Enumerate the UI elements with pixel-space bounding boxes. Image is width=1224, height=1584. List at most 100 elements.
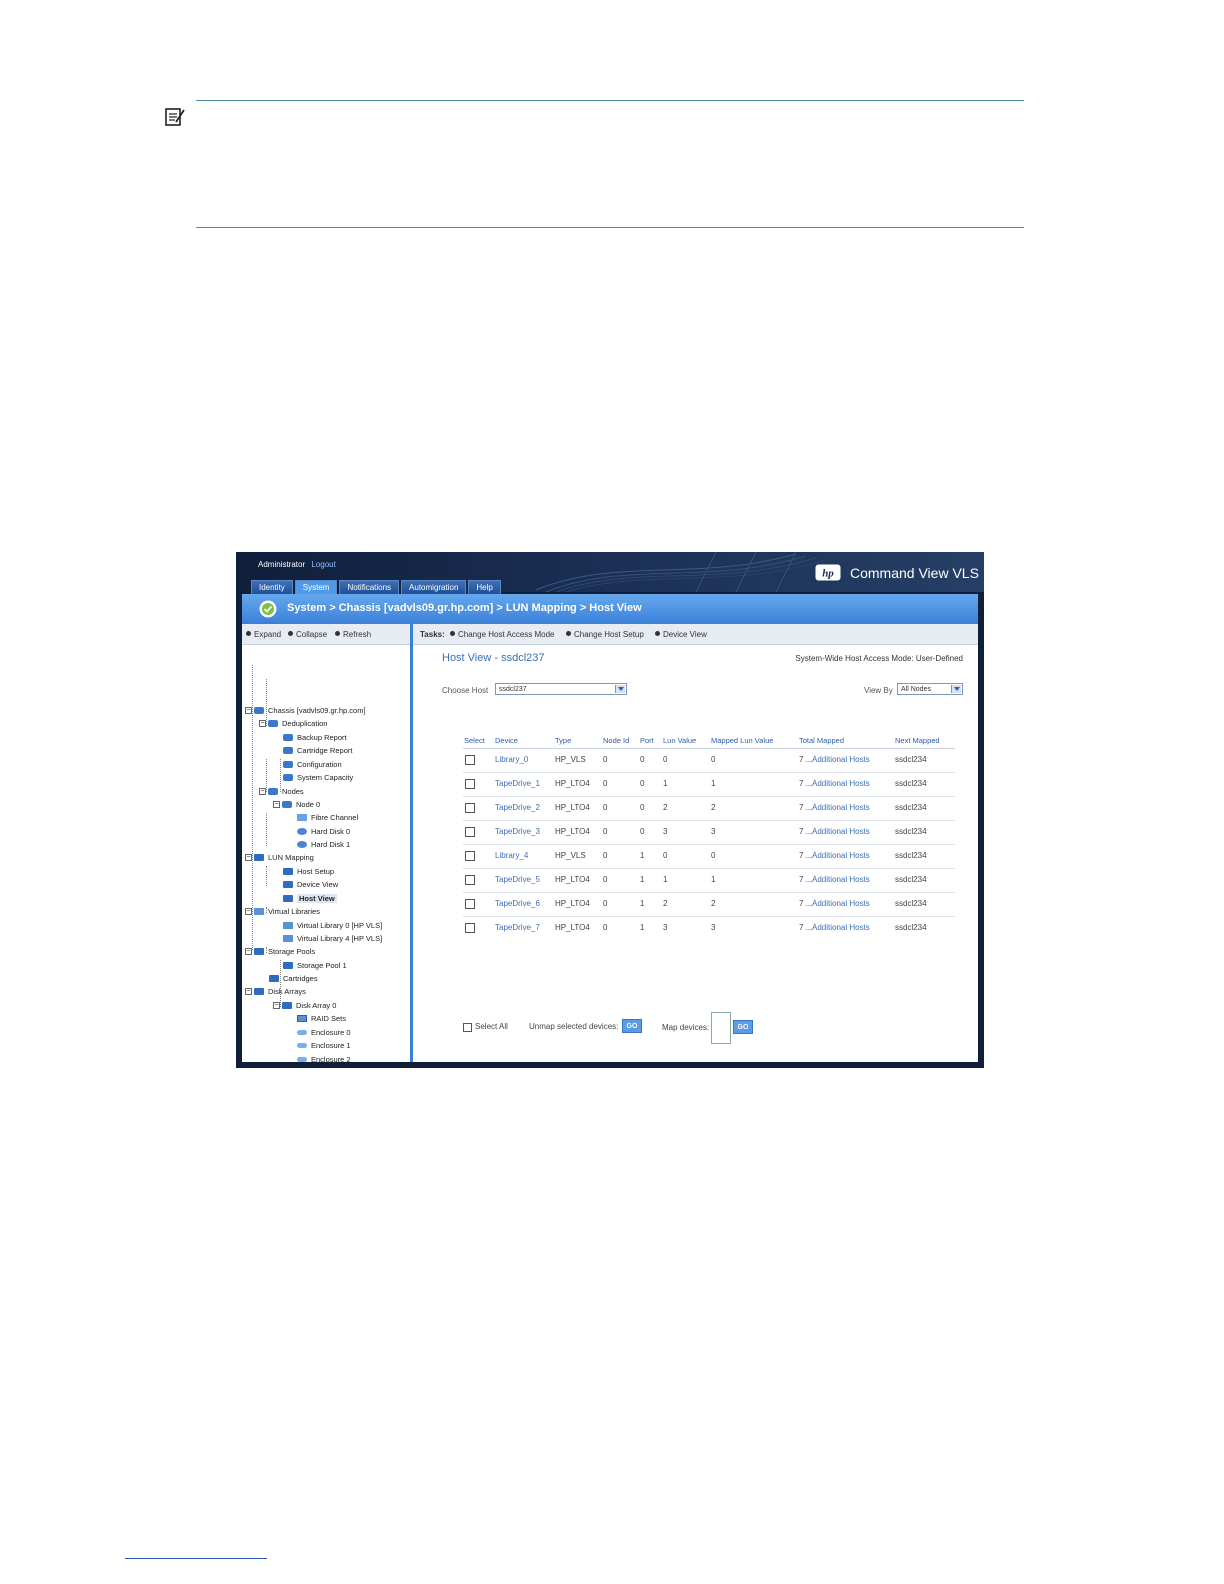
tree-node-system-capacity[interactable]: System Capacity xyxy=(283,771,353,784)
tree-node-device-view[interactable]: Device View xyxy=(283,878,338,891)
collapse-toggle-icon[interactable]: − xyxy=(245,854,252,861)
unmap-go-button[interactable]: GO xyxy=(622,1019,642,1033)
tree-node-hard-disk-1[interactable]: Hard Disk 1 xyxy=(297,838,350,851)
tree-node-configuration[interactable]: Configuration xyxy=(283,758,342,771)
tree-node-enclosure-2[interactable]: Enclosure 2 xyxy=(297,1053,351,1066)
tree-label: Hard Disk 1 xyxy=(311,840,351,849)
device-link[interactable]: TapeDrive_6 xyxy=(495,899,540,908)
chevron-down-icon[interactable] xyxy=(951,685,961,693)
tree-node-storage-pools[interactable]: − Storage Pools xyxy=(245,945,315,958)
tree-node-disk-array-0[interactable]: − Disk Array 0 xyxy=(273,999,336,1012)
view-by-value: All Nodes xyxy=(901,686,931,693)
refresh-button[interactable]: Refresh xyxy=(335,630,371,639)
row-select-checkbox[interactable] xyxy=(465,827,475,837)
column-header-lun-value: Lun Value xyxy=(663,736,697,745)
map-devices-list[interactable] xyxy=(711,1012,731,1044)
additional-hosts-link[interactable]: Additional Hosts xyxy=(812,851,870,860)
tree-node-raid-sets[interactable]: RAID Sets xyxy=(297,1012,346,1025)
next-mapped-cell: ssdcl234 xyxy=(895,923,927,932)
collapse-toggle-icon[interactable]: − xyxy=(273,801,280,808)
tab-help[interactable]: Help xyxy=(468,580,501,594)
tree-node-host-setup[interactable]: Host Setup xyxy=(283,865,334,878)
device-link[interactable]: TapeDrive_7 xyxy=(495,923,540,932)
change-host-setup-link[interactable]: Change Host Setup xyxy=(566,630,644,639)
tree-node-lun-mapping[interactable]: − LUN Mapping xyxy=(245,851,314,864)
row-select-checkbox[interactable] xyxy=(465,875,475,885)
tree-node-disk-arrays[interactable]: − Disk Arrays xyxy=(245,985,306,998)
tree-node-node-0[interactable]: − Node 0 xyxy=(273,798,320,811)
tree-node-host-view[interactable]: Host View xyxy=(283,892,337,905)
row-select-checkbox[interactable] xyxy=(465,779,475,789)
device-link[interactable]: TapeDrive_5 xyxy=(495,875,540,884)
tree-node-hard-disk-0[interactable]: Hard Disk 0 xyxy=(297,825,350,838)
additional-hosts-link[interactable]: Additional Hosts xyxy=(812,875,870,884)
device-view-link[interactable]: Device View xyxy=(655,630,707,639)
tree-node-storage-pool-1[interactable]: Storage Pool 1 xyxy=(283,959,347,972)
enclosure-icon xyxy=(297,1030,307,1035)
change-host-access-mode-link[interactable]: Change Host Access Mode xyxy=(450,630,555,639)
row-select-checkbox[interactable] xyxy=(465,899,475,909)
tree-node-chassis[interactable]: − Chassis [vadvls09.gr.hp.com] xyxy=(245,704,366,717)
capacity-icon xyxy=(283,774,293,781)
additional-hosts-link[interactable]: Additional Hosts xyxy=(812,803,870,812)
tree-label: Configuration xyxy=(297,760,342,769)
chevron-down-icon[interactable] xyxy=(615,685,625,693)
host-view-panel: Host View - ssdcl237 System-Wide Host Ac… xyxy=(413,645,978,1062)
tab-identity[interactable]: Identity xyxy=(251,580,293,594)
tree-node-nodes[interactable]: − Nodes xyxy=(259,785,304,798)
collapse-toggle-icon[interactable]: − xyxy=(273,1002,280,1009)
tree-node-enclosure-1[interactable]: Enclosure 1 xyxy=(297,1039,351,1052)
tree-label: Virtual Libraries xyxy=(268,907,320,916)
device-link[interactable]: TapeDrive_3 xyxy=(495,827,540,836)
tree-node-virtual-library-0[interactable]: Virtual Library 0 [HP VLS] xyxy=(283,919,382,932)
tree-node-cartridges[interactable]: Cartridges xyxy=(269,972,318,985)
next-mapped-cell: ssdcl234 xyxy=(895,827,927,836)
device-link[interactable]: TapeDrive_2 xyxy=(495,803,540,812)
device-link[interactable]: TapeDrive_1 xyxy=(495,779,540,788)
tab-automigration[interactable]: Automigration xyxy=(401,580,467,594)
choose-host-select[interactable]: ssdcl237 xyxy=(495,683,627,695)
collapse-toggle-icon[interactable]: − xyxy=(259,720,266,727)
port-cell: 1 xyxy=(640,851,645,860)
type-cell: HP_VLS xyxy=(555,851,586,860)
tree-node-enclosure-0[interactable]: Enclosure 0 xyxy=(297,1026,351,1039)
row-select-checkbox[interactable] xyxy=(465,803,475,813)
additional-hosts-link[interactable]: Additional Hosts xyxy=(812,923,870,932)
tree-node-virtual-libraries[interactable]: − Virtual Libraries xyxy=(245,905,320,918)
device-link[interactable]: Library_0 xyxy=(495,755,528,764)
tree-node-cartridge-report[interactable]: Cartridge Report xyxy=(283,744,352,757)
lun-value-cell: 2 xyxy=(663,899,668,908)
select-all-checkbox[interactable] xyxy=(463,1023,472,1032)
tab-notifications[interactable]: Notifications xyxy=(339,580,400,594)
collapse-toggle-icon[interactable]: − xyxy=(259,788,266,795)
user-name: Administrator xyxy=(258,560,306,569)
collapse-toggle-icon[interactable]: − xyxy=(245,988,252,995)
port-cell: 0 xyxy=(640,755,645,764)
logout-link[interactable]: Logout xyxy=(311,560,335,569)
tree-node-fibre-channel[interactable]: Fibre Channel xyxy=(297,811,358,824)
additional-hosts-link[interactable]: Additional Hosts xyxy=(812,755,870,764)
tree-node-backup-report[interactable]: Backup Report xyxy=(283,731,347,744)
tree-node-deduplication[interactable]: − Deduplication xyxy=(259,717,327,730)
expand-button[interactable]: Expand xyxy=(246,630,281,639)
collapse-toggle-icon[interactable]: − xyxy=(245,908,252,915)
collapse-toggle-icon[interactable]: − xyxy=(245,948,252,955)
additional-hosts-link[interactable]: Additional Hosts xyxy=(812,779,870,788)
row-select-checkbox[interactable] xyxy=(465,923,475,933)
next-mapped-cell: ssdcl234 xyxy=(895,899,927,908)
collapse-button[interactable]: Collapse xyxy=(288,630,327,639)
row-select-checkbox[interactable] xyxy=(465,851,475,861)
unmap-label: Unmap selected devices: xyxy=(529,1022,619,1031)
hp-logo: hp xyxy=(815,564,841,581)
collapse-toggle-icon[interactable]: − xyxy=(245,707,252,714)
tab-system[interactable]: System xyxy=(294,580,338,594)
additional-hosts-link[interactable]: Additional Hosts xyxy=(812,899,870,908)
additional-hosts-link[interactable]: Additional Hosts xyxy=(812,827,870,836)
tree-node-virtual-library-4[interactable]: Virtual Library 4 [HP VLS] xyxy=(283,932,382,945)
view-by-select[interactable]: All Nodes xyxy=(897,683,963,695)
map-go-button[interactable]: GO xyxy=(733,1020,753,1034)
tree-label: Device View xyxy=(297,880,339,889)
port-cell: 0 xyxy=(640,803,645,812)
device-link[interactable]: Library_4 xyxy=(495,851,528,860)
row-select-checkbox[interactable] xyxy=(465,755,475,765)
